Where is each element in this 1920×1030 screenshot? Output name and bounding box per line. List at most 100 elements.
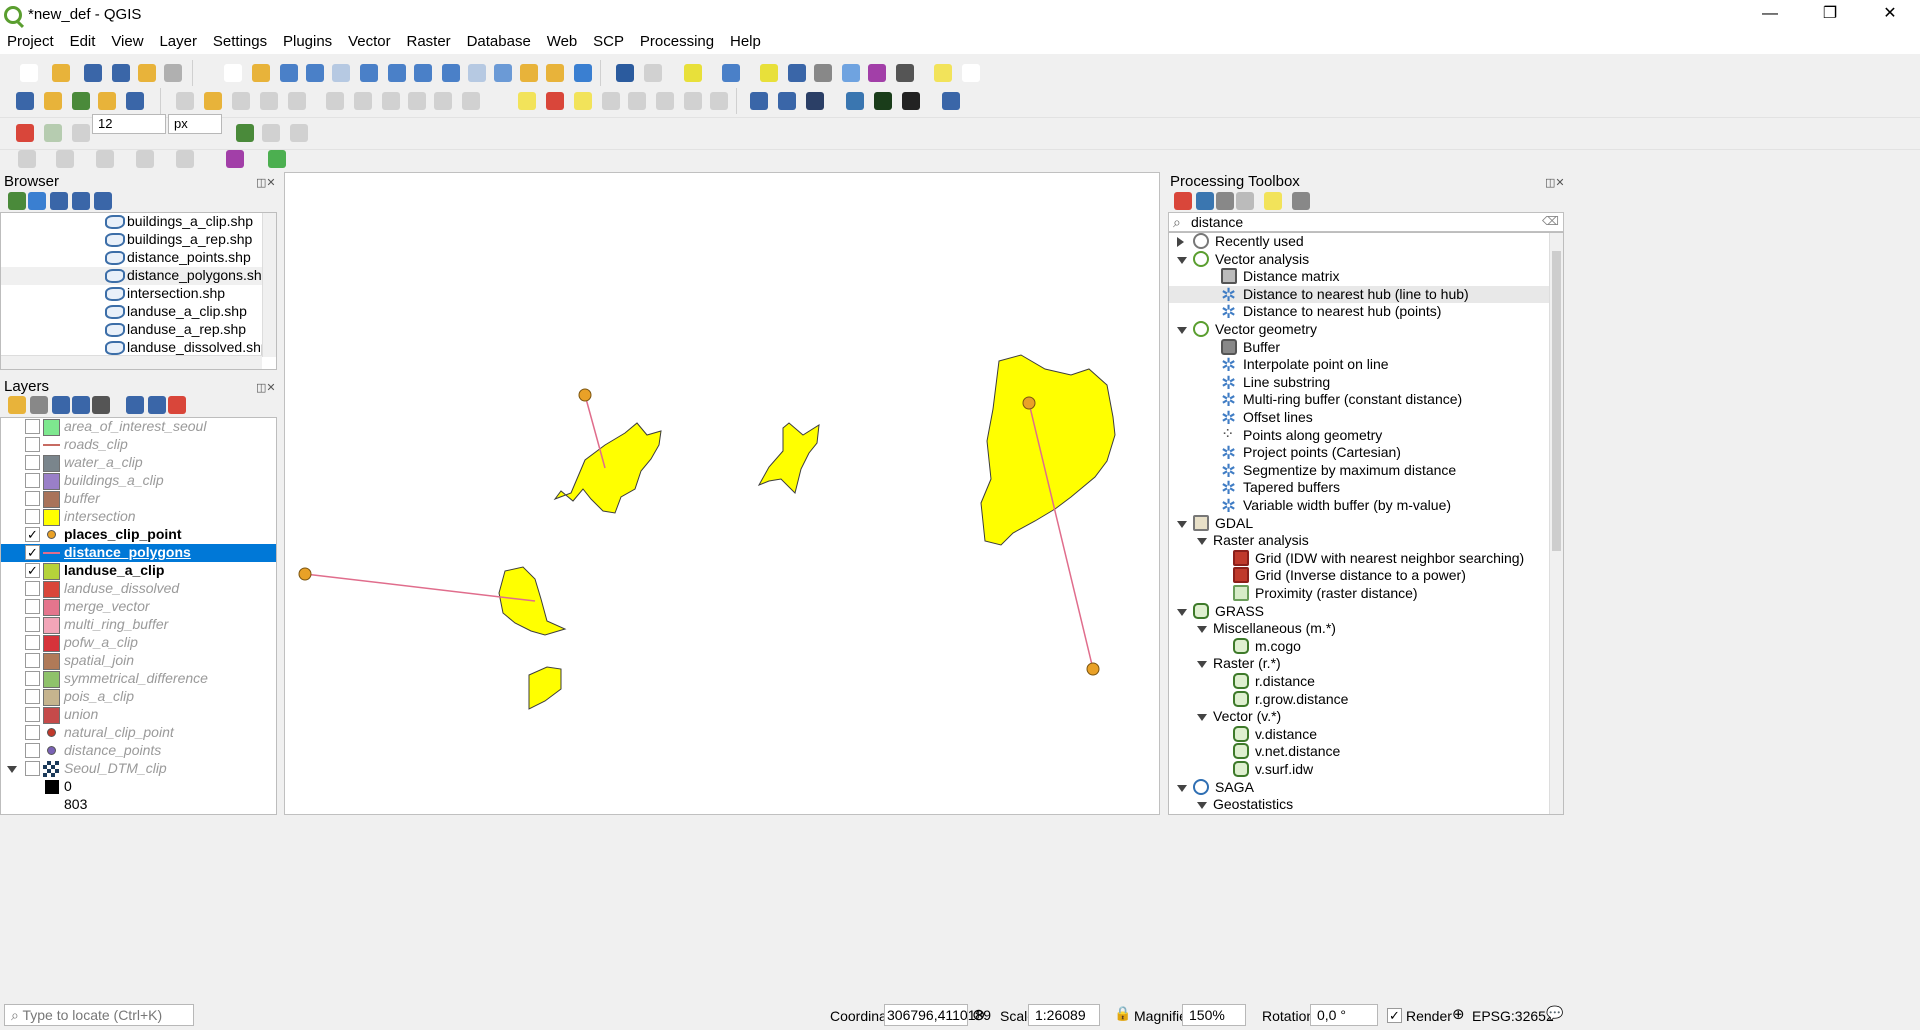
add-regular-polygon-icon[interactable] xyxy=(172,146,198,172)
menu-web[interactable]: Web xyxy=(542,30,583,53)
add-wfs-icon[interactable] xyxy=(94,88,120,114)
toolbox-tree-item[interactable]: Vector geometry xyxy=(1169,321,1549,339)
expand-all-icon[interactable] xyxy=(122,392,144,414)
menu-vector[interactable]: Vector xyxy=(343,30,396,53)
new-layer-icon[interactable] xyxy=(40,88,66,114)
layer-visibility-checkbox[interactable] xyxy=(25,725,40,740)
add-selected-icon[interactable] xyxy=(4,188,26,210)
layer-visibility-checkbox[interactable]: ✓ xyxy=(25,563,40,578)
vertex-tool-icon[interactable] xyxy=(284,88,310,114)
map-tips-icon[interactable] xyxy=(930,60,956,86)
toolbox-tree-item[interactable]: Raster (r.*) xyxy=(1169,655,1549,673)
open-project-icon[interactable] xyxy=(48,60,74,86)
layer-visibility-checkbox[interactable] xyxy=(25,635,40,650)
browser-panel-close-icon[interactable]: ◫✕ xyxy=(256,176,276,189)
collapse-caret-icon[interactable] xyxy=(1177,608,1187,616)
collapse-caret-icon[interactable] xyxy=(1197,714,1207,722)
layer-visibility-checkbox[interactable] xyxy=(25,437,40,452)
toolbox-tree-item[interactable]: ✲ Multi-ring buffer (constant distance) xyxy=(1169,391,1549,409)
filter-browser-icon[interactable] xyxy=(46,188,68,210)
select-features-icon[interactable] xyxy=(680,60,706,86)
browser-refresh-icon[interactable] xyxy=(24,188,46,210)
zoom-full-icon[interactable] xyxy=(356,60,382,86)
toolbox-tree-item[interactable]: ✲ Line substring xyxy=(1169,374,1549,392)
snapping-type-icon[interactable] xyxy=(40,120,66,146)
python-console-icon[interactable] xyxy=(842,88,868,114)
lock-scale-icon[interactable]: 🔒 xyxy=(1114,1005,1131,1022)
layer-visibility-checkbox[interactable] xyxy=(25,599,40,614)
layer-row[interactable]: distance_points xyxy=(1,742,276,760)
toolbox-tree-item[interactable]: GDAL xyxy=(1169,514,1549,533)
snapping-magnet-icon[interactable] xyxy=(12,120,38,146)
toolbox-tree-item[interactable]: r.distance xyxy=(1169,673,1549,691)
toolbox-tree-item[interactable]: Geostatistics xyxy=(1169,796,1549,814)
layer-row[interactable]: buildings_a_clip xyxy=(1,472,276,490)
browser-item[interactable]: buildings_a_rep.shp xyxy=(1,231,262,249)
modify-attributes-icon[interactable] xyxy=(322,88,348,114)
toolbox-tree-item[interactable]: Recently used xyxy=(1169,233,1549,251)
layer-visibility-checkbox[interactable]: ✓ xyxy=(25,545,40,560)
layout-manager-icon[interactable] xyxy=(160,60,186,86)
zoom-to-selection-icon[interactable] xyxy=(384,60,410,86)
zoom-in-icon[interactable] xyxy=(276,60,302,86)
layer-row[interactable]: roads_clip xyxy=(1,436,276,454)
browser-item[interactable]: buildings_a_clip.shp xyxy=(1,213,262,231)
snapping-intersection-icon[interactable] xyxy=(258,120,284,146)
minimize-button[interactable]: — xyxy=(1740,0,1800,30)
browser-item[interactable]: landuse_a_clip.shp xyxy=(1,303,262,321)
save-project-icon[interactable] xyxy=(80,60,106,86)
deselect-all-icon[interactable] xyxy=(756,60,782,86)
zoom-to-layer-icon[interactable] xyxy=(410,60,436,86)
new-bookmark-icon[interactable] xyxy=(516,60,542,86)
toolbox-tree-item[interactable]: Distance matrix xyxy=(1169,268,1549,286)
toolbox-tree-item[interactable]: m.cogo xyxy=(1169,637,1549,656)
toolbox-tree-item[interactable]: ✲ Distance to nearest hub (points) xyxy=(1169,303,1549,321)
layer-visibility-checkbox[interactable] xyxy=(25,707,40,722)
show-bookmarks-icon[interactable] xyxy=(542,60,568,86)
layer-visibility-checkbox[interactable]: ✓ xyxy=(25,527,40,542)
layer-row[interactable]: ✓ places_clip_point xyxy=(1,526,276,544)
filter-by-expression-icon[interactable] xyxy=(88,392,110,414)
tracing-icon[interactable] xyxy=(286,120,312,146)
collapse-caret-icon[interactable] xyxy=(1197,661,1207,669)
help-icon[interactable] xyxy=(938,88,964,114)
show-hide-label-icon[interactable] xyxy=(624,88,650,114)
print-layout-icon[interactable] xyxy=(134,60,160,86)
layer-row[interactable]: symmetrical_difference xyxy=(1,670,276,688)
change-label-icon[interactable] xyxy=(706,88,732,114)
add-db-layer-icon[interactable] xyxy=(122,88,148,114)
attribute-table-icon[interactable] xyxy=(784,60,810,86)
expand-caret-icon[interactable] xyxy=(1177,237,1184,247)
clear-search-icon[interactable]: ⌫ xyxy=(1542,214,1559,228)
new-map-view-icon[interactable] xyxy=(490,60,516,86)
collapse-caret-icon[interactable] xyxy=(1197,538,1207,546)
layer-row[interactable]: buffer xyxy=(1,490,276,508)
layer-labeling-icon[interactable] xyxy=(542,88,568,114)
layer-visibility-checkbox[interactable] xyxy=(25,653,40,668)
zoom-lens-icon[interactable] xyxy=(870,88,896,114)
snapping-mode-icon[interactable] xyxy=(68,120,94,146)
paste-features-icon[interactable] xyxy=(430,88,456,114)
results-viewer-icon[interactable] xyxy=(1232,188,1254,210)
collapse-caret-icon[interactable] xyxy=(1197,802,1207,810)
layer-row[interactable]: multi_ring_buffer xyxy=(1,616,276,634)
menu-database[interactable]: Database xyxy=(462,30,536,53)
toolbox-tree-item[interactable]: Buffer xyxy=(1169,338,1549,357)
add-wms-icon[interactable] xyxy=(746,88,772,114)
label-tool-icon[interactable] xyxy=(514,88,540,114)
scale-field[interactable]: 1:26089 xyxy=(1028,1004,1100,1026)
layer-visibility-checkbox[interactable] xyxy=(25,689,40,704)
history-icon[interactable] xyxy=(1212,188,1234,210)
zoom-native-icon[interactable] xyxy=(438,60,464,86)
toolbox-panel-close-icon[interactable]: ◫✕ xyxy=(1545,176,1565,189)
zoom-rubber-icon[interactable] xyxy=(328,60,354,86)
processing-tools-icon[interactable] xyxy=(898,88,924,114)
layer-row[interactable]: ✓ distance_polygons xyxy=(1,544,276,562)
toggle-extents-icon[interactable]: ⊛ xyxy=(972,1005,985,1025)
layer-visibility-checkbox[interactable] xyxy=(25,617,40,632)
zoom-out-icon[interactable] xyxy=(302,60,328,86)
refresh-icon[interactable] xyxy=(570,60,596,86)
statistical-summary-icon[interactable] xyxy=(864,60,890,86)
messages-icon[interactable]: 💬 xyxy=(1546,1005,1563,1022)
toolbox-tree-item[interactable]: ✲ Tapered buffers xyxy=(1169,479,1549,497)
